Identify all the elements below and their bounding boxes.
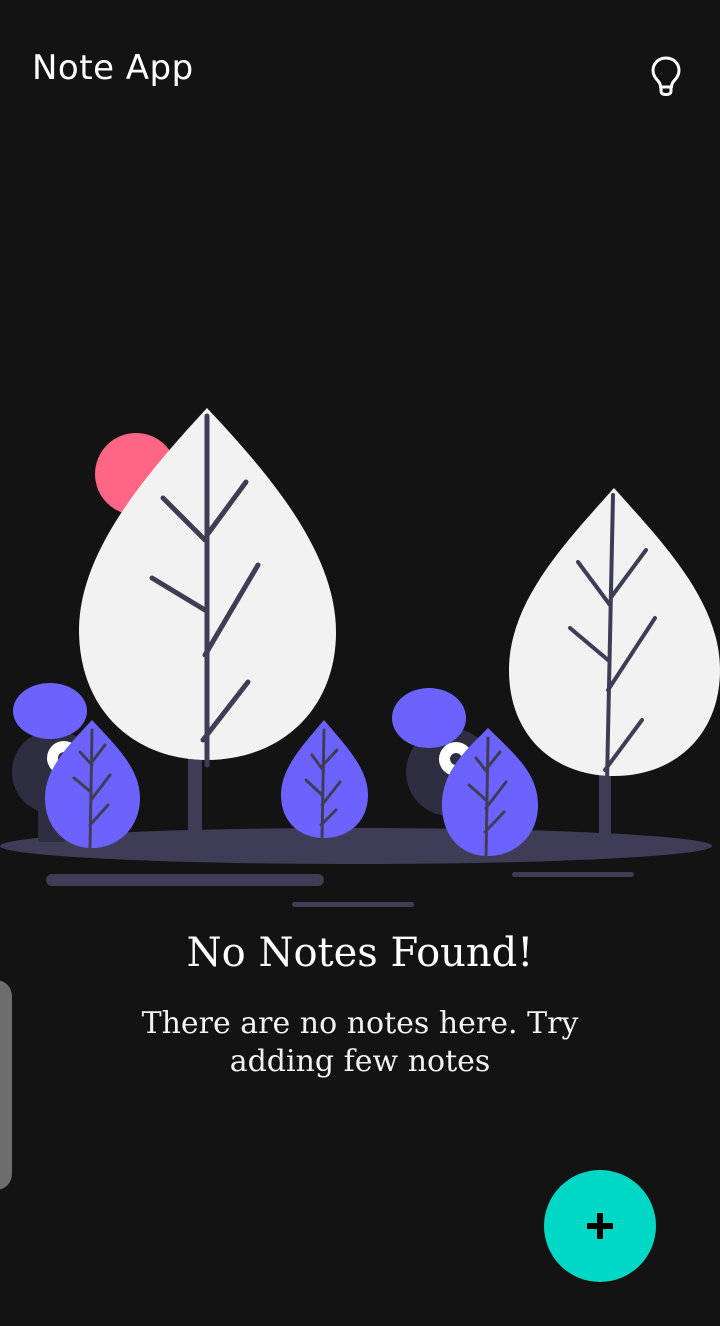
ground-line-right: [512, 872, 634, 877]
lightbulb-icon: [651, 56, 681, 96]
edge-panel-handle[interactable]: [0, 980, 12, 1190]
plus-icon: [587, 1213, 613, 1239]
app-title: Note App: [32, 48, 194, 88]
ground-line-middle: [292, 902, 414, 907]
plant-middle: [281, 720, 368, 842]
empty-state-message: There are no notes here. Try adding few …: [141, 1006, 579, 1079]
empty-state-title: No Notes Found!: [186, 930, 534, 976]
empty-state-illustration: [0, 408, 720, 907]
ground-line-left: [46, 874, 324, 886]
theme-toggle-button[interactable]: [644, 52, 688, 100]
tree-right: [509, 488, 720, 835]
add-note-button[interactable]: [544, 1170, 656, 1282]
